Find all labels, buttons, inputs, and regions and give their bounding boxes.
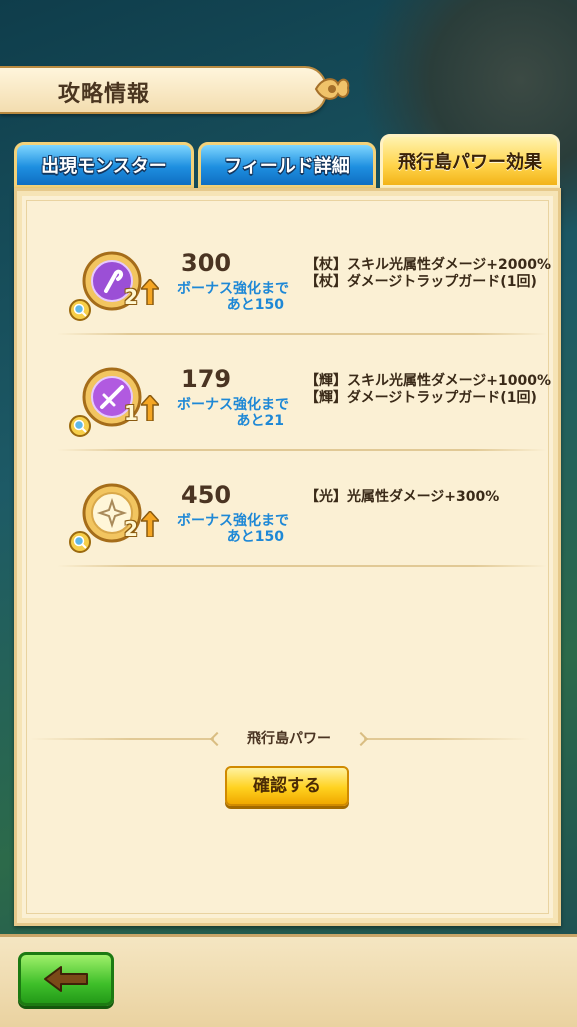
effect-text: 【杖】ダメージトラップガード(1回) xyxy=(305,274,537,290)
tab-field-details-label: フィールド詳細 xyxy=(224,156,350,177)
page-title: 攻略情報 xyxy=(58,82,151,107)
power-effects-panel: 2 300 ボーナス強化まで あと150 【杖】スキル光属性ダメージ+2000%… xyxy=(14,188,561,926)
power-level: 2 xyxy=(124,517,138,541)
effect-text: 【輝】スキル光属性ダメージ+1000% xyxy=(305,373,552,389)
magnify-icon[interactable] xyxy=(69,531,91,553)
tab-island-power[interactable]: 飛行島パワー効果 xyxy=(380,134,560,188)
bonus-label: ボーナス強化まで xyxy=(177,281,289,297)
tab-field-details[interactable]: フィールド詳細 xyxy=(198,142,376,188)
power-value: 300 xyxy=(181,249,232,277)
magnify-icon[interactable] xyxy=(69,299,91,321)
confirm-button[interactable]: 確認する xyxy=(225,766,349,806)
tab-island-power-label: 飛行島パワー効果 xyxy=(398,152,542,173)
power-value: 179 xyxy=(181,365,232,393)
effect-list: 【輝】スキル光属性ダメージ+1000% 【輝】ダメージトラップガード(1回) xyxy=(305,373,551,407)
tab-monsters-label: 出現モンスター xyxy=(41,156,167,177)
bonus-label: ボーナス強化まで xyxy=(177,397,289,413)
row-divider xyxy=(57,333,547,335)
back-button[interactable] xyxy=(18,952,114,1006)
effect-text: 【光】光属性ダメージ+300% xyxy=(305,489,500,505)
power-level: 1 xyxy=(124,401,138,425)
row-divider xyxy=(57,449,547,451)
power-row: 1 179 ボーナス強化まで あと21 【輝】スキル光属性ダメージ+1000% … xyxy=(57,365,551,483)
bonus-remaining: あと150 xyxy=(226,529,284,545)
bonus-label: ボーナス強化まで xyxy=(177,513,289,529)
level-up-arrow-icon xyxy=(141,395,159,421)
effect-list: 【杖】スキル光属性ダメージ+2000% 【杖】ダメージトラップガード(1回) xyxy=(305,257,551,291)
effect-text: 【輝】ダメージトラップガード(1回) xyxy=(305,390,537,406)
bonus-remaining: あと150 xyxy=(226,297,284,313)
power-level: 2 xyxy=(124,285,138,309)
level-up-arrow-icon xyxy=(141,511,159,537)
power-row: 2 450 ボーナス強化まで あと150 【光】光属性ダメージ+300% xyxy=(57,481,547,599)
magnify-icon[interactable] xyxy=(69,415,91,437)
bonus-remaining: あと21 xyxy=(236,413,284,429)
tab-monsters[interactable]: 出現モンスター xyxy=(14,142,194,188)
effect-list: 【光】光属性ダメージ+300% xyxy=(305,489,499,506)
fleur-ornament-icon xyxy=(314,78,350,100)
section-title: 飛行島パワー xyxy=(214,727,364,751)
effect-text: 【杖】スキル光属性ダメージ+2000% xyxy=(305,257,552,273)
row-divider xyxy=(57,565,547,567)
power-row: 2 300 ボーナス強化まで あと150 【杖】スキル光属性ダメージ+2000%… xyxy=(57,249,551,367)
back-arrow-icon xyxy=(44,966,88,992)
title-banner: 攻略情報 xyxy=(0,66,327,114)
power-value: 450 xyxy=(181,481,232,509)
level-up-arrow-icon xyxy=(141,279,159,305)
